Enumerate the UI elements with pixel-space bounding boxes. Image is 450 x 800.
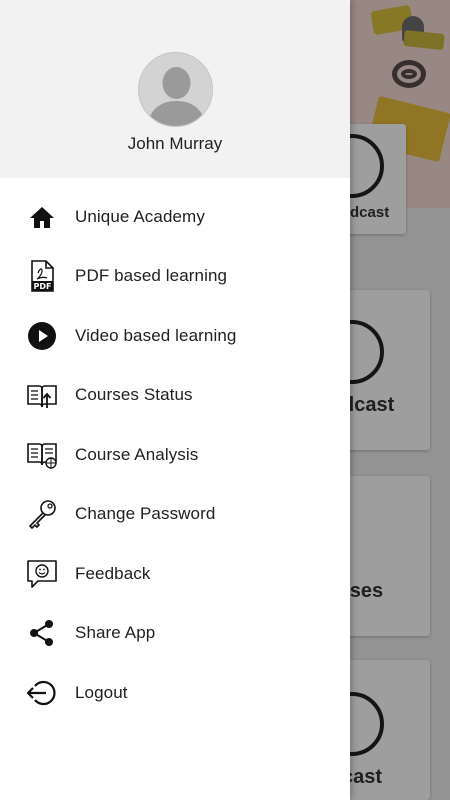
share-icon	[26, 618, 58, 648]
pdf-icon: PDF	[26, 260, 58, 292]
menu-item-pdf-learning[interactable]: PDF PDF based learning	[0, 249, 350, 303]
menu-item-label: PDF based learning	[75, 266, 228, 285]
menu-item-logout[interactable]: Logout	[0, 666, 350, 720]
user-placeholder-icon	[139, 53, 212, 126]
play-circle-icon	[26, 321, 58, 351]
logout-icon	[26, 678, 58, 708]
menu-item-unique-academy[interactable]: Unique Academy	[0, 190, 350, 244]
book-globe-icon	[26, 440, 58, 470]
menu-item-video-learning[interactable]: Video based learning	[0, 309, 350, 363]
menu-item-course-analysis[interactable]: Course Analysis	[0, 428, 350, 482]
menu-item-label: Feedback	[75, 564, 151, 583]
menu-item-label: Share App	[75, 623, 156, 642]
navigation-drawer: John Murray Unique Academy PDF PDF based…	[0, 0, 350, 800]
svg-text:PDF: PDF	[34, 282, 52, 291]
key-icon	[26, 499, 58, 529]
drawer-header: John Murray	[0, 0, 350, 178]
menu-item-label: Courses Status	[75, 385, 193, 404]
home-icon	[26, 202, 58, 232]
menu-item-label: Logout	[75, 683, 128, 702]
user-name: John Murray	[127, 134, 223, 153]
avatar[interactable]	[138, 52, 213, 127]
menu-item-share-app[interactable]: Share App	[0, 606, 350, 660]
book-upload-icon	[26, 380, 58, 410]
menu-item-label: Video based learning	[75, 326, 237, 345]
feedback-smile-icon	[26, 559, 58, 589]
menu-item-label: Unique Academy	[75, 207, 205, 226]
menu-item-feedback[interactable]: Feedback	[0, 547, 350, 601]
menu-item-label: Course Analysis	[75, 445, 199, 464]
menu-item-label: Change Password	[75, 504, 216, 523]
menu-item-change-password[interactable]: Change Password	[0, 487, 350, 541]
menu-item-courses-status[interactable]: Courses Status	[0, 368, 350, 422]
